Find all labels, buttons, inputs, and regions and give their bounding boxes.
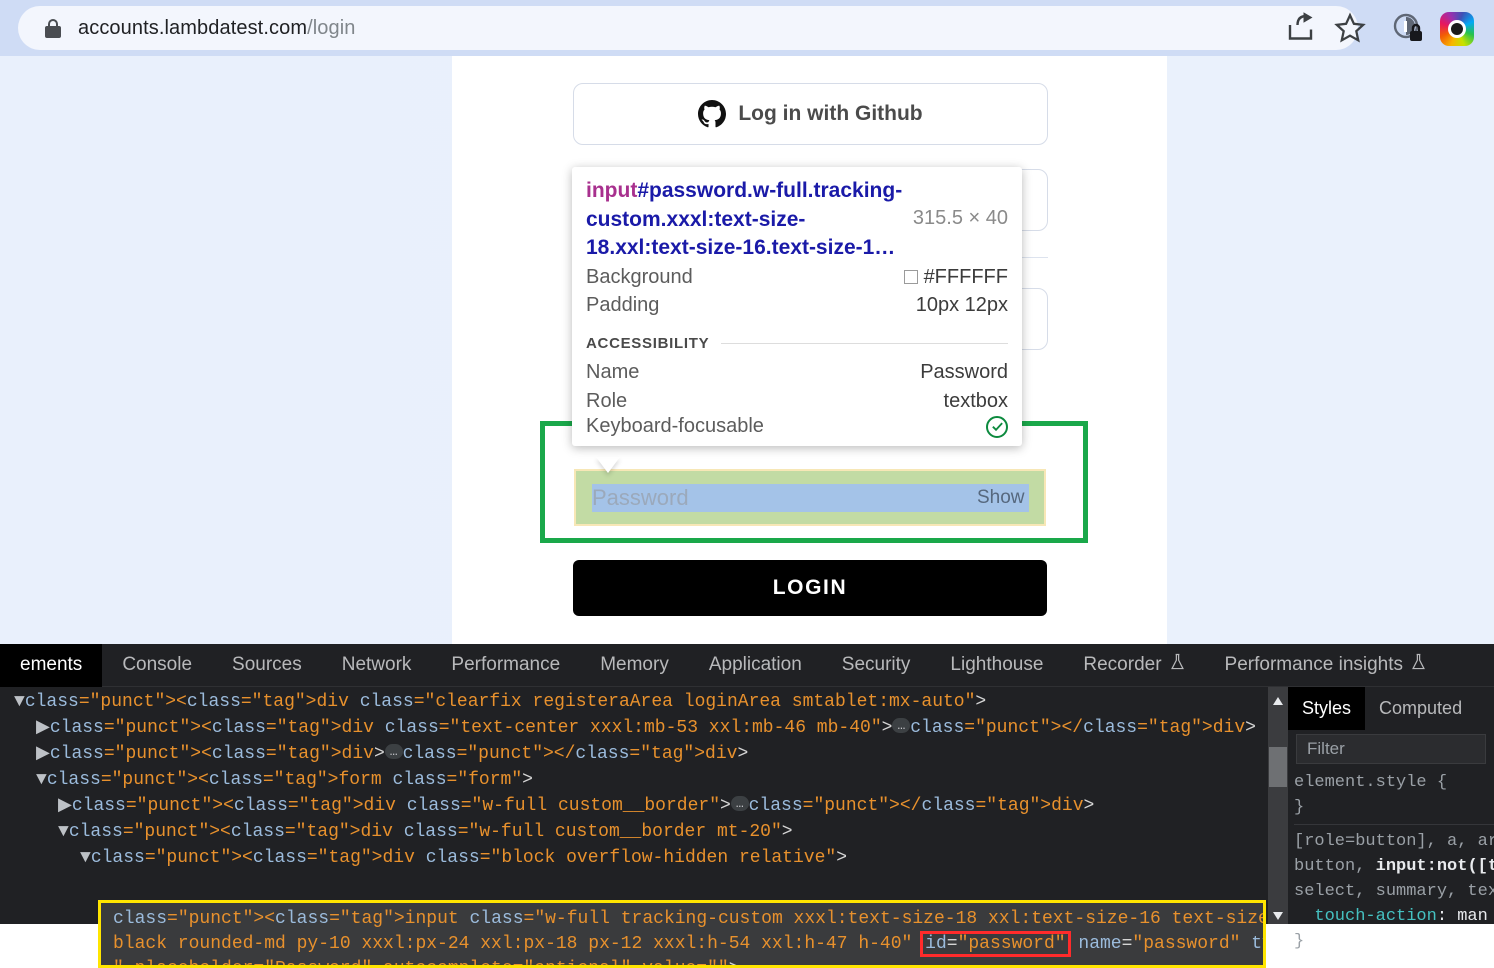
github-logo-icon [698, 100, 726, 128]
devtools-tab-label: Performance insights [1225, 654, 1403, 676]
devtools-tab-label: Performance [451, 654, 560, 676]
tooltip-selector-tag: input [586, 179, 637, 202]
tooltip-row-padding: Padding 10px 12px [586, 291, 1008, 319]
tooltip-row-role: Role textbox [586, 387, 1008, 415]
tooltip-name-value: Password [920, 358, 1008, 386]
url-path: /login [307, 17, 355, 39]
login-button[interactable]: LOGIN [573, 560, 1047, 616]
devtools-tab-sources[interactable]: Sources [212, 644, 322, 687]
id-attribute-highlight: id="password" [923, 934, 1067, 954]
devtools-tab-recorder[interactable]: Recorder [1063, 644, 1204, 687]
style-rule-ua[interactable]: [role=button], a, ar button, input:not([… [1294, 829, 1494, 954]
styles-tab-styles[interactable]: Styles [1288, 687, 1365, 730]
devtools-tab-memory[interactable]: Memory [580, 644, 689, 687]
devtools-tabbar: ements Console Sources Network Performance Me… [0, 644, 1494, 687]
devtools-tab-label: Sources [232, 654, 302, 676]
styles-filter-placeholder: Filter [1307, 739, 1345, 759]
page-viewport: Log in with Github Password Show input#p… [0, 56, 1494, 644]
tooltip-row-background: Background #FFFFFF [586, 263, 1008, 291]
selected-dom-node[interactable]: class="punct"><class="tag">input class="… [98, 900, 1266, 968]
devtools-tab-label: Network [342, 654, 412, 676]
styles-tabbar: StylesComputed [1288, 687, 1494, 730]
dom-tree-line[interactable]: ▼class="punct"><class="tag">form class="… [0, 767, 1268, 793]
github-login-label: Log in with Github [738, 102, 922, 126]
devtools-tab-security[interactable]: Security [822, 644, 931, 687]
tooltip-arrow [596, 457, 620, 473]
tooltip-keyboard-focusable-label: Keyboard-focusable [586, 415, 764, 438]
rainbow-extension-icon[interactable] [1440, 12, 1474, 46]
tooltip-role-label: Role [586, 387, 627, 415]
devtools-tab-label: Security [842, 654, 911, 676]
tooltip-padding-value: 10px 12px [916, 291, 1008, 319]
dom-tree-scrollbar[interactable] [1268, 687, 1288, 924]
share-icon[interactable] [1284, 10, 1320, 46]
heading-rule [721, 343, 1008, 344]
devtools-tab-label: Application [709, 654, 802, 676]
disclosure-triangle-icon[interactable]: ▶ [36, 718, 50, 738]
disclosure-triangle-icon[interactable]: ▼ [36, 770, 47, 790]
browser-chrome: accounts.lambdatest.com/login [0, 0, 1494, 56]
scroll-down-icon[interactable] [1272, 908, 1284, 918]
scrollbar-thumb[interactable] [1269, 747, 1287, 787]
tooltip-row-name: Name Password [586, 358, 1008, 386]
address-bar[interactable]: accounts.lambdatest.com/login [18, 6, 1358, 50]
tooltip-role-value: textbox [944, 387, 1008, 415]
tooltip-selector: input#password.w-full.tracking-custom.xx… [586, 177, 903, 263]
devtools-tab-ements[interactable]: ements [0, 644, 102, 687]
dom-tree-line[interactable]: ▼class="punct"><class="tag">div class="w… [0, 819, 1268, 845]
dom-tree-line[interactable]: ▶class="punct"><class="tag">div class="w… [0, 793, 1268, 819]
devtools-tab-performance-insights[interactable]: Performance insights [1205, 644, 1446, 687]
devtools-tab-label: Recorder [1083, 654, 1161, 676]
tooltip-name-label: Name [586, 358, 639, 386]
devtools-tab-lighthouse[interactable]: Lighthouse [930, 644, 1063, 687]
tooltip-accessibility-label: ACCESSIBILITY [586, 335, 709, 352]
tooltip-background-value: #FFFFFF [924, 263, 1008, 291]
rule-separator [1294, 824, 1494, 825]
disclosure-triangle-icon[interactable]: ▶ [58, 796, 72, 816]
devtools-tab-network[interactable]: Network [322, 644, 432, 687]
devtools-tab-application[interactable]: Application [689, 644, 822, 687]
devtools-tab-console[interactable]: Console [102, 644, 212, 687]
style-rule-element-style[interactable]: element.style { } [1294, 770, 1494, 820]
devtools-tab-label: Memory [600, 654, 669, 676]
dom-tree-line[interactable]: ▶class="punct"><class="tag">div class="t… [0, 715, 1268, 741]
devtools-tab-performance[interactable]: Performance [431, 644, 580, 687]
check-circle-icon [986, 416, 1008, 438]
disclosure-triangle-icon[interactable]: ▶ [36, 744, 50, 764]
dom-tree-line[interactable]: ▼class="punct"><class="tag">div class="c… [0, 689, 1268, 715]
url-text: accounts.lambdatest.com/login [78, 17, 356, 40]
dom-tree[interactable]: ▼class="punct"><class="tag">div class="c… [0, 687, 1268, 924]
disclosure-triangle-icon[interactable]: ▼ [80, 848, 91, 868]
devtools-tab-label: Lighthouse [950, 654, 1043, 676]
styles-rules-list[interactable]: element.style { } [role=button], a, ar bu… [1288, 770, 1494, 954]
disclosure-triangle-icon[interactable]: ▼ [58, 822, 69, 842]
disclosure-triangle-icon[interactable]: ▼ [14, 692, 25, 712]
bookmark-star-icon[interactable] [1332, 10, 1368, 46]
styles-pane: StylesComputed Filter element.style { }[… [1288, 687, 1494, 924]
privacy-extension-icon[interactable] [1392, 12, 1424, 44]
styles-tab-computed[interactable]: Computed [1365, 687, 1476, 730]
tooltip-size: 315.5 × 40 [913, 177, 1008, 230]
dom-tree-line[interactable]: ▶class="punct"><class="tag">div>…class="… [0, 741, 1268, 767]
flask-icon [1170, 653, 1185, 677]
tooltip-accessibility-heading: ACCESSIBILITY [586, 335, 1008, 352]
tooltip-background-label: Background [586, 263, 693, 291]
devtools-panel: ements Console Sources Network Performance Me… [0, 644, 1494, 924]
color-swatch [904, 270, 918, 284]
scroll-up-icon[interactable] [1272, 693, 1284, 703]
flask-icon [1411, 653, 1426, 677]
tooltip-padding-label: Padding [586, 291, 659, 319]
lock-icon[interactable] [44, 18, 62, 38]
tooltip-row-keyboard-focusable: Keyboard-focusable [586, 415, 1008, 438]
devtools-tab-label: ements [20, 654, 82, 676]
element-inspector-tooltip: input#password.w-full.tracking-custom.xx… [572, 167, 1022, 446]
github-login-button[interactable]: Log in with Github [573, 83, 1048, 145]
url-host: accounts.lambdatest.com [78, 17, 307, 39]
dom-tree-line[interactable]: ▼class="punct"><class="tag">div class="b… [0, 845, 1268, 871]
devtools-tab-label: Console [122, 654, 192, 676]
styles-filter-input[interactable]: Filter [1296, 734, 1486, 764]
